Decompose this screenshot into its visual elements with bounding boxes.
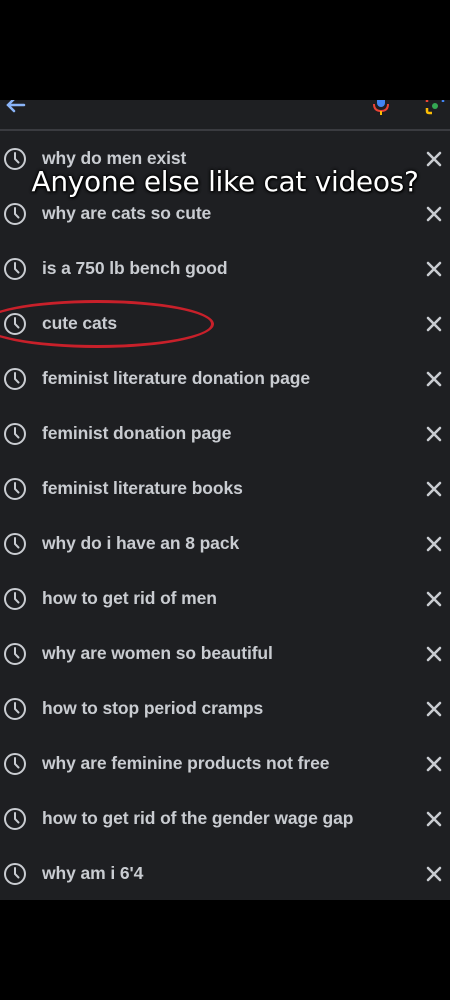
history-item-text: is a 750 lb bench good [42,258,228,278]
clock-icon [4,533,26,555]
history-item-text: how to get rid of the gender wage gap [42,808,354,828]
history-item[interactable]: why am i 6'4 [0,846,450,900]
history-item[interactable]: cute cats [0,296,450,351]
history-item-text: how to get rid of men [42,588,217,608]
clock-icon [4,808,26,830]
close-icon[interactable] [425,205,443,223]
close-icon[interactable] [425,315,443,333]
close-icon[interactable] [425,370,443,388]
history-item-text: why are feminine products not free [42,753,330,773]
history-item-text: feminist literature donation page [42,368,310,388]
search-history-screen: why do men exist why are cats so cute is… [0,100,450,900]
clock-icon [4,863,26,885]
google-lens-icon[interactable] [424,100,446,116]
history-item[interactable]: why are women so beautiful [0,626,450,681]
close-icon[interactable] [425,865,443,883]
close-icon[interactable] [425,700,443,718]
clock-icon [4,643,26,665]
clock-icon [4,313,26,335]
history-item[interactable]: why do i have an 8 pack [0,516,450,571]
history-item-text: feminist literature books [42,478,243,498]
clock-icon [4,478,26,500]
history-item[interactable]: feminist donation page [0,406,450,461]
history-item[interactable]: how to get rid of the gender wage gap [0,791,450,846]
close-icon[interactable] [425,260,443,278]
history-item[interactable]: why are feminine products not free [0,736,450,791]
history-item[interactable]: how to get rid of men [0,571,450,626]
history-item[interactable]: feminist literature donation page [0,351,450,406]
history-item[interactable]: feminist literature books [0,461,450,516]
clock-icon [4,258,26,280]
close-icon[interactable] [425,810,443,828]
history-item-text: how to stop period cramps [42,698,264,718]
history-item[interactable]: how to stop period cramps [0,681,450,736]
close-icon[interactable] [425,425,443,443]
close-icon[interactable] [425,480,443,498]
history-item-text: why am i 6'4 [42,863,144,883]
history-item-text: why do i have an 8 pack [42,533,240,553]
clock-icon [4,203,26,225]
history-item-text: why are women so beautiful [42,643,273,663]
close-icon[interactable] [425,755,443,773]
clock-icon [4,698,26,720]
close-icon[interactable] [425,590,443,608]
clock-icon [4,423,26,445]
back-arrow-icon[interactable] [4,100,26,114]
microphone-icon[interactable] [372,100,390,116]
search-bar [0,100,450,131]
history-item-text: feminist donation page [42,423,232,443]
history-item[interactable]: is a 750 lb bench good [0,241,450,296]
close-icon[interactable] [425,535,443,553]
clock-icon [4,588,26,610]
history-item-text: cute cats [42,313,117,333]
clock-icon [4,368,26,390]
close-icon[interactable] [425,645,443,663]
clock-icon [4,753,26,775]
history-item-text: why are cats so cute [42,203,212,223]
video-caption: Anyone else like cat videos? [31,165,419,198]
